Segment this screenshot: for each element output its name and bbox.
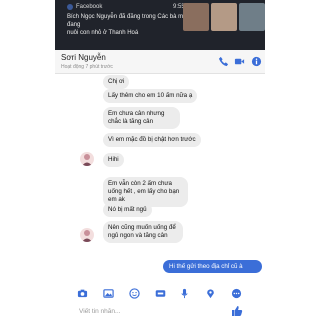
notification-text: Bích Ngọc Nguyễn đã đăng trong Các bà mẹ… — [67, 13, 197, 37]
received-message: Nên cũng muốn uống để ngủ ngon và tăng c… — [103, 221, 183, 243]
received-message: Nó bị mất ngủ — [103, 203, 152, 217]
sent-message: Hi thế gửi theo địa chỉ cũ à — [163, 260, 262, 273]
thumbs-up-icon[interactable] — [231, 305, 243, 317]
notification-banner[interactable]: Facebook 9:55 Bích Ngọc Nguyễn đã đăng t… — [55, 0, 265, 50]
message-list[interactable]: Chị ơi Lấy thêm cho em 10 ấm nữa ạ Em ch… — [55, 75, 265, 287]
messenger-screen: Facebook 9:55 Bích Ngọc Nguyễn đã đăng t… — [55, 0, 265, 320]
location-icon[interactable] — [205, 288, 216, 299]
microphone-icon[interactable] — [179, 288, 190, 299]
received-message: Lấy thêm cho em 10 ấm nữa ạ — [103, 89, 198, 103]
contact-avatar[interactable] — [80, 228, 94, 242]
avatar-image — [82, 154, 92, 166]
image-icon[interactable] — [103, 288, 114, 299]
camera-icon[interactable] — [77, 288, 88, 299]
info-icon[interactable] — [251, 56, 262, 67]
contact-avatar[interactable] — [80, 152, 94, 166]
notification-line-1: Bích Ngọc Nguyễn đã đăng trong Các bà mẹ… — [67, 14, 187, 28]
thumbnail-image — [183, 3, 209, 31]
composer — [55, 302, 265, 320]
gif-icon[interactable] — [155, 288, 166, 299]
message-input[interactable] — [79, 305, 219, 317]
thumbnail-image — [211, 3, 237, 31]
received-message: Hihi — [103, 153, 124, 167]
contact-status: Hoạt động 7 phút trước — [61, 64, 113, 70]
emoji-icon[interactable] — [129, 288, 140, 299]
more-icon[interactable] — [231, 288, 242, 299]
chat-header: Sơri Nguyễn Hoạt động 7 phút trước — [55, 50, 265, 74]
received-message: Chị ơi — [103, 75, 130, 89]
notification-app: Facebook — [67, 4, 102, 10]
notification-app-name: Facebook — [76, 4, 103, 10]
phone-icon[interactable] — [218, 56, 229, 67]
contact-name: Sơri Nguyễn — [61, 53, 106, 62]
thumbnail-image — [239, 3, 265, 31]
avatar-image — [82, 230, 92, 242]
received-message: Em chưa cân nhưng chắc là tăng cân — [103, 107, 180, 129]
notification-thumbnails — [183, 3, 265, 31]
notification-line-2: nuôi con nhỏ ở Thanh Hoá — [67, 30, 139, 36]
composer-toolbar — [55, 287, 265, 301]
video-icon[interactable] — [234, 56, 245, 67]
facebook-icon — [67, 4, 73, 10]
received-message: Vì em mặc đồ bị chật hơn trước — [103, 133, 201, 147]
